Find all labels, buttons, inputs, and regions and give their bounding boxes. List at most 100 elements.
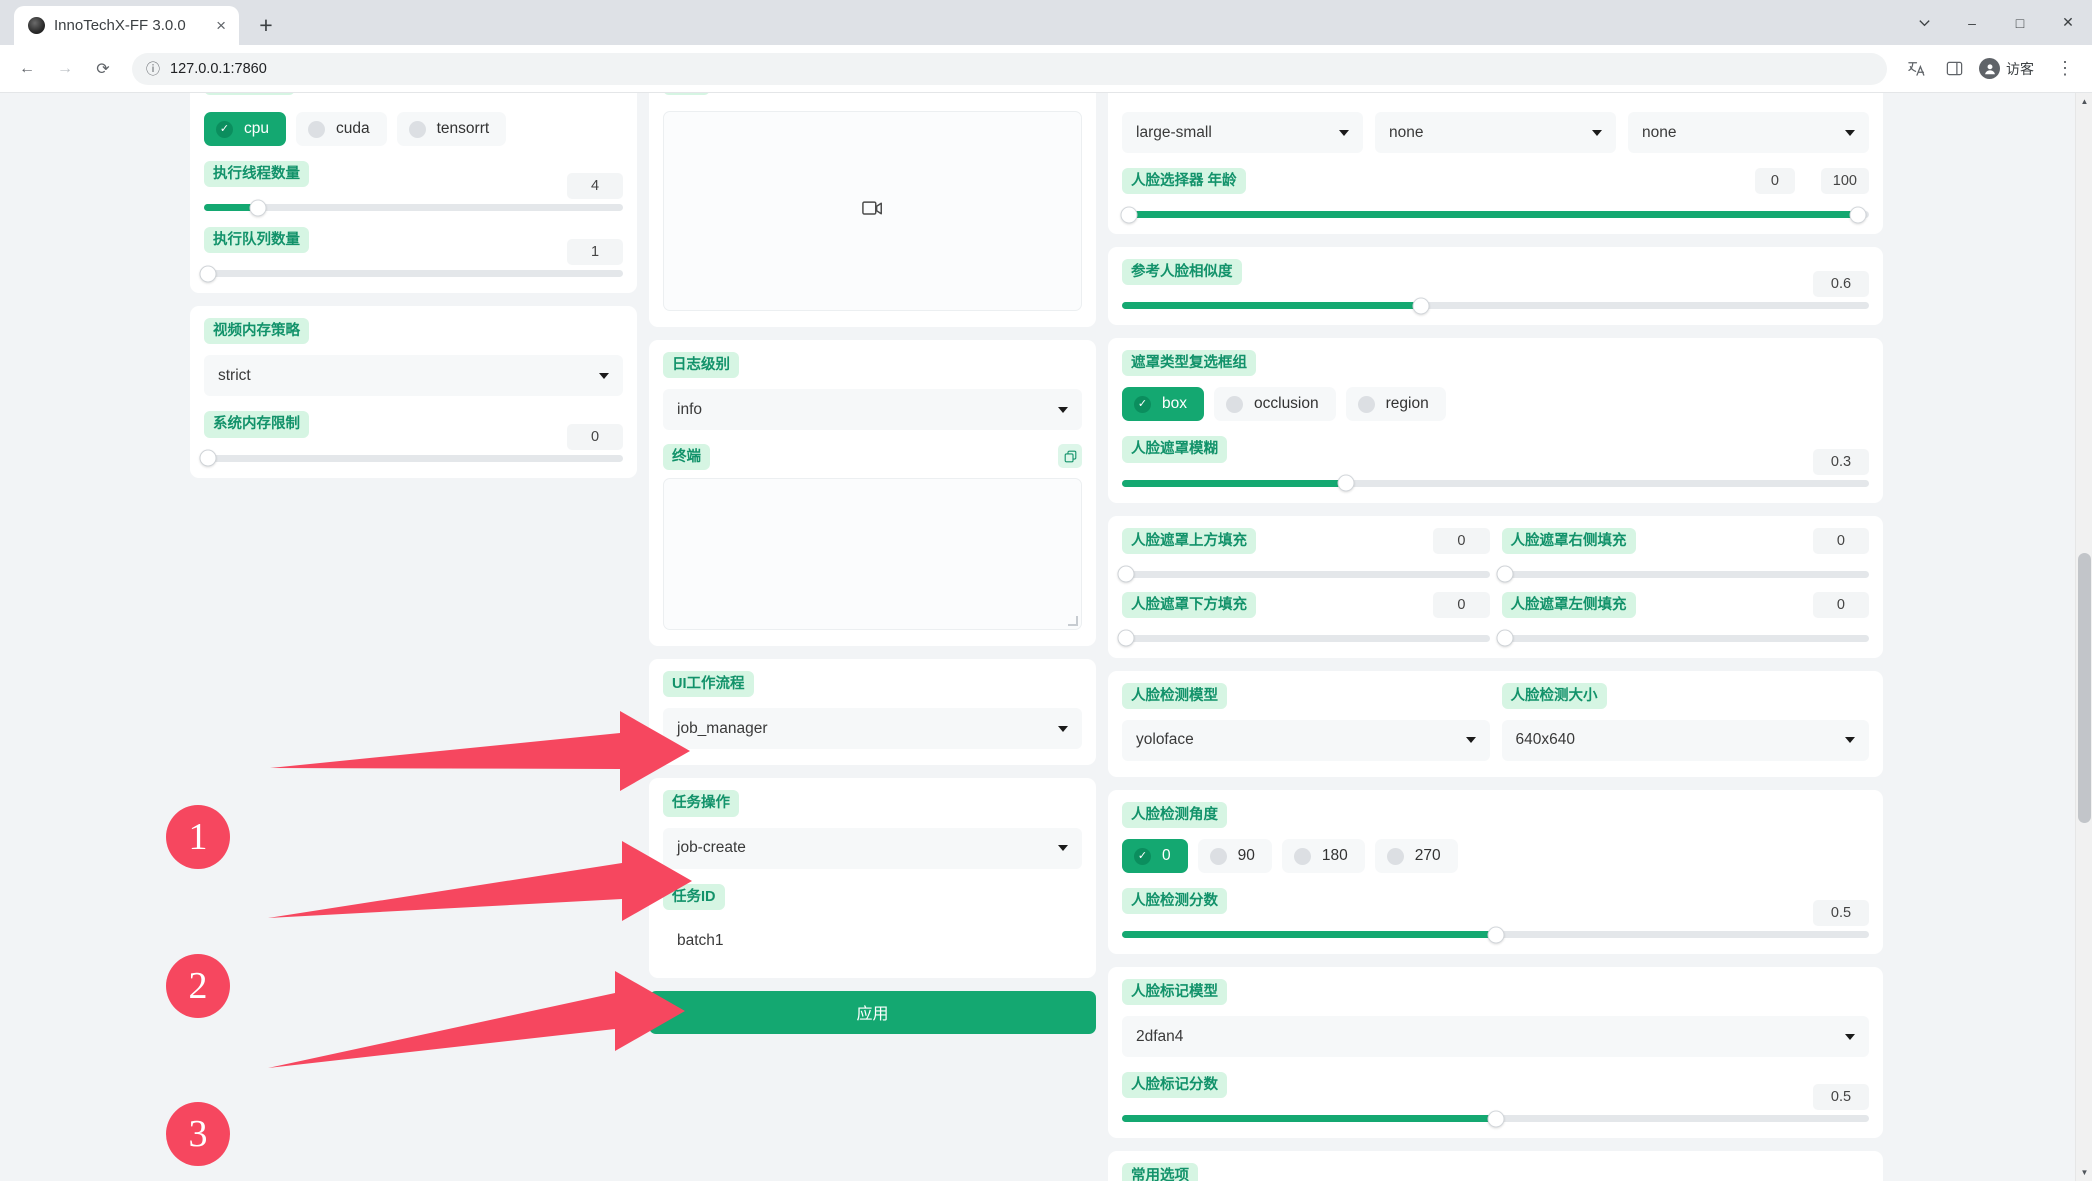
face-detector-model-select[interactable]: yoloface (1122, 719, 1490, 761)
slider-track[interactable] (1122, 474, 1869, 492)
window-controls: – □ ✕ (1900, 0, 2092, 45)
slider-knob[interactable] (199, 265, 217, 283)
face-selector-age-max[interactable]: 100 (1820, 168, 1869, 194)
face-detector-size-select[interactable]: 640x640 (1501, 719, 1869, 761)
reload-icon[interactable]: ⟳ (86, 52, 120, 86)
slider-knob[interactable] (1496, 565, 1514, 583)
slider-track[interactable] (1122, 297, 1869, 315)
new-tab-button[interactable]: + (247, 6, 285, 44)
option-angle-270[interactable]: 270 (1374, 839, 1458, 873)
face-selector-order-select[interactable]: large-small (1122, 112, 1363, 153)
face-detector-card: 人脸检测模型 yoloface 人脸检测大小 640x640 (1108, 670, 1883, 777)
slider-knob[interactable] (249, 199, 267, 217)
job-id-label: 任务ID (663, 883, 725, 910)
face-detector-row: 人脸检测模型 yoloface 人脸检测大小 640x640 (1122, 682, 1869, 761)
execution-thread-count-slider[interactable]: 4 (204, 173, 623, 217)
slider-track[interactable] (1120, 206, 1869, 224)
face-landmarker-score-slider[interactable]: 0.5 (1122, 1084, 1869, 1128)
option-tensorrt[interactable]: tensorrt (396, 112, 507, 146)
option-angle-0[interactable]: ✓ 0 (1122, 839, 1188, 873)
scroll-thumb[interactable] (2078, 553, 2091, 823)
slider-track[interactable] (199, 265, 623, 283)
slider-track[interactable] (1117, 565, 1490, 583)
execution-provider-group: ✓ cpu cuda tensorrt (204, 112, 623, 146)
execution-queue-count-slider[interactable]: 1 (199, 239, 623, 283)
system-memory-limit-slider[interactable]: 0 (199, 423, 623, 467)
face-selector-age-slider[interactable] (1120, 206, 1869, 224)
mask-padding-right-value[interactable]: 0 (1812, 527, 1869, 554)
slider-knob[interactable] (1117, 629, 1135, 647)
slider-knob[interactable] (1496, 629, 1514, 647)
slider-knob[interactable] (1117, 565, 1135, 583)
face-landmarker-model-select[interactable]: 2dfan4 (1122, 1016, 1869, 1058)
profile-chip[interactable]: 访客 (1975, 55, 2044, 82)
address-bar[interactable]: ⓘ 127.0.0.1:7860 (132, 52, 1887, 85)
option-cuda[interactable]: cuda (296, 112, 387, 146)
page-scrollbar[interactable]: ▲ ▼ (2075, 93, 2092, 1181)
execution-provider-label: 执行提供者 (204, 93, 295, 96)
slider-track[interactable] (204, 199, 623, 217)
slider-track[interactable] (1122, 1110, 1869, 1128)
chevron-down-icon (1058, 725, 1068, 732)
scroll-down-icon[interactable]: ▼ (2076, 1164, 2092, 1181)
face-mask-blur-slider[interactable]: 0.3 (1122, 448, 1869, 492)
option-occlusion[interactable]: occlusion (1214, 387, 1336, 422)
slider-knob[interactable] (199, 449, 217, 467)
face-selector-race-select[interactable]: none (1628, 112, 1869, 153)
slider-knob[interactable] (1337, 474, 1355, 492)
slider-track[interactable] (1122, 926, 1869, 944)
job-id-input[interactable]: batch1 (663, 920, 1082, 962)
apply-button[interactable]: 应用 (649, 990, 1096, 1034)
slider-knob[interactable] (1412, 297, 1430, 315)
window-menu-icon[interactable] (1900, 0, 1948, 45)
select-value: info (677, 400, 702, 418)
mask-padding-left-slider[interactable] (1496, 629, 1869, 647)
browser-menu-icon[interactable]: ⋮ (2048, 52, 2082, 86)
slider-fill (1122, 931, 1496, 939)
close-tab-icon[interactable]: × (213, 17, 229, 34)
option-angle-90[interactable]: 90 (1197, 839, 1272, 873)
minimize-button[interactable]: – (1948, 0, 1996, 45)
mask-padding-bottom-value[interactable]: 0 (1433, 591, 1490, 618)
option-angle-180[interactable]: 180 (1281, 839, 1365, 873)
mask-padding-top-slider[interactable] (1117, 565, 1490, 583)
slider-knob-min[interactable] (1120, 206, 1138, 224)
ui-workflow-select[interactable]: job_manager (663, 708, 1082, 750)
mask-padding-bottom-slider[interactable] (1117, 629, 1490, 647)
side-panel-icon[interactable] (1937, 52, 1971, 86)
browser-tab[interactable]: InnoTechX-FF 3.0.0 × (14, 6, 239, 45)
job-action-select[interactable]: job-create (663, 827, 1082, 869)
mask-padding-left-value[interactable]: 0 (1812, 591, 1869, 618)
translate-icon[interactable] (1899, 52, 1933, 86)
face-selector-gender-select[interactable]: none (1375, 112, 1616, 153)
copy-icon[interactable] (1058, 444, 1082, 469)
mask-padding-top-value[interactable]: 0 (1433, 527, 1490, 554)
slider-track[interactable] (199, 449, 623, 467)
face-selector-age-min[interactable]: 0 (1754, 168, 1795, 194)
slider-knob[interactable] (1487, 1110, 1504, 1128)
terminal-output[interactable] (663, 478, 1082, 631)
resize-handle[interactable] (1068, 616, 1078, 627)
option-region[interactable]: region (1345, 387, 1446, 422)
option-cpu[interactable]: ✓ cpu (204, 112, 286, 146)
mask-padding-right-slider[interactable] (1496, 565, 1869, 583)
close-window-button[interactable]: ✕ (2044, 0, 2092, 45)
maximize-button[interactable]: □ (1996, 0, 2044, 45)
slider-track[interactable] (1117, 629, 1490, 647)
slider-track[interactable] (1496, 565, 1869, 583)
slider-knob-max[interactable] (1849, 206, 1867, 224)
scroll-up-icon[interactable]: ▲ (2076, 93, 2092, 110)
system-memory-limit-label: 系统内存限制 (204, 411, 309, 438)
slider-knob[interactable] (1487, 926, 1504, 944)
back-icon[interactable]: ← (10, 52, 44, 86)
mask-padding-top-group: 人脸遮罩上方填充 0 (1117, 527, 1490, 583)
slider-track[interactable] (1496, 629, 1869, 647)
reference-face-distance-card: 参考人脸相似度 0.6 (1108, 247, 1883, 326)
option-box[interactable]: ✓ box (1122, 387, 1204, 422)
site-info-icon[interactable]: ⓘ (146, 59, 160, 79)
video-memory-strategy-select[interactable]: strict (204, 355, 623, 397)
face-detector-score-slider[interactable]: 0.5 (1122, 900, 1869, 944)
forward-icon[interactable]: → (48, 52, 82, 86)
reference-face-distance-slider[interactable]: 0.6 (1122, 271, 1869, 315)
log-level-select[interactable]: info (663, 389, 1082, 431)
